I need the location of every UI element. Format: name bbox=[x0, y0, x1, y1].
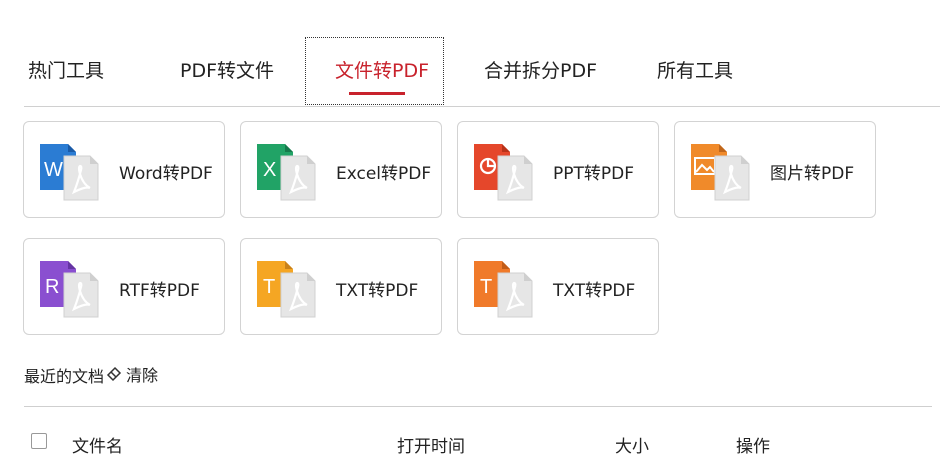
card-label: 图片转PDF bbox=[770, 164, 855, 184]
card-label: Word转PDF bbox=[119, 164, 213, 184]
card-word-to-pdf[interactable]: W Word转PDF bbox=[23, 121, 225, 218]
clear-label: 清除 bbox=[126, 366, 159, 385]
ppt-doc-icon bbox=[474, 144, 533, 201]
svg-text:T: T bbox=[263, 276, 275, 298]
active-tab-indicator bbox=[349, 92, 405, 95]
list-divider bbox=[24, 406, 932, 407]
eraser-icon bbox=[106, 366, 122, 382]
tab-bar: 热门工具 PDF转文件 文件转PDF 合并拆分PDF 所有工具 bbox=[0, 0, 942, 107]
column-header-size[interactable]: 大小 bbox=[615, 432, 649, 457]
card-label: PPT转PDF bbox=[553, 164, 635, 184]
excel-doc-icon: X bbox=[257, 144, 316, 201]
svg-text:T: T bbox=[480, 276, 492, 298]
select-all-checkbox[interactable] bbox=[31, 433, 47, 449]
card-label: TXT转PDF bbox=[553, 281, 636, 301]
card-txt-to-pdf-2[interactable]: T TXT转PDF bbox=[457, 238, 659, 335]
column-header-actions: 操作 bbox=[736, 437, 770, 457]
tab-divider bbox=[24, 106, 940, 107]
txt-doc-icon: T bbox=[257, 261, 316, 318]
svg-text:W: W bbox=[44, 159, 63, 181]
card-label: RTF转PDF bbox=[119, 281, 200, 301]
card-label: TXT转PDF bbox=[336, 281, 419, 301]
image-doc-icon bbox=[691, 144, 750, 201]
word-doc-icon: W bbox=[40, 144, 99, 201]
svg-text:R: R bbox=[45, 276, 59, 298]
card-txt-to-pdf[interactable]: T TXT转PDF bbox=[240, 238, 442, 335]
tab-merge-split-pdf[interactable]: 合并拆分PDF bbox=[484, 56, 597, 83]
column-header-filename[interactable]: 文件名 bbox=[72, 432, 123, 457]
card-rtf-to-pdf[interactable]: R RTF转PDF bbox=[23, 238, 225, 335]
rtf-doc-icon: R bbox=[40, 261, 99, 318]
tab-pdf-to-file[interactable]: PDF转文件 bbox=[180, 56, 274, 83]
column-header-open-time[interactable]: 打开时间 bbox=[397, 432, 465, 457]
clear-button[interactable]: 清除 bbox=[106, 362, 158, 386]
tab-hot-tools[interactable]: 热门工具 bbox=[28, 56, 104, 83]
tab-all-tools[interactable]: 所有工具 bbox=[657, 56, 733, 83]
card-image-to-pdf[interactable]: 图片转PDF bbox=[674, 121, 876, 218]
card-excel-to-pdf[interactable]: X Excel转PDF bbox=[240, 121, 442, 218]
recent-docs-title: 最近的文档 bbox=[24, 367, 105, 386]
card-label: Excel转PDF bbox=[336, 164, 432, 184]
svg-text:X: X bbox=[263, 159, 276, 181]
tab-file-to-pdf[interactable]: 文件转PDF bbox=[335, 56, 429, 83]
card-ppt-to-pdf[interactable]: PPT转PDF bbox=[457, 121, 659, 218]
txt-doc-icon: T bbox=[474, 261, 533, 318]
